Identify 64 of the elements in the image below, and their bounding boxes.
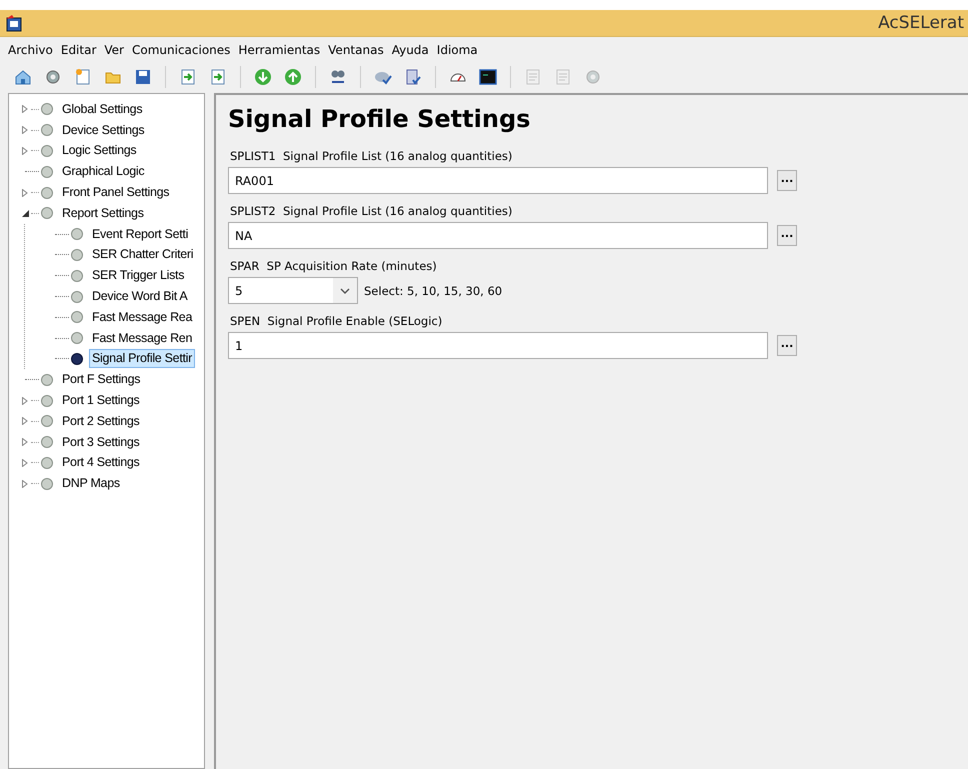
export-icon: [209, 68, 227, 86]
page-heading: Signal Profile Settings: [228, 105, 532, 133]
expand-arrow-icon[interactable]: [22, 438, 28, 446]
expand-arrow-icon[interactable]: [22, 188, 28, 197]
new-icon: [74, 68, 92, 86]
collapse-arrow-icon[interactable]: [22, 210, 28, 217]
up-icon: [284, 68, 302, 86]
tree-item[interactable]: SER Chatter Criteri: [89, 245, 196, 264]
chevron-down-icon: [340, 288, 350, 294]
import-icon: [179, 68, 197, 86]
tree-item[interactable]: Device Word Bit A: [89, 287, 190, 306]
edit-icon: [524, 68, 542, 86]
check-icon: [404, 68, 422, 86]
expand-arrow-icon[interactable]: [22, 396, 28, 405]
setting-input-field[interactable]: RA001: [228, 167, 768, 194]
tree-item[interactable]: Front Panel Settings: [59, 183, 172, 202]
options-hint: Select: 5, 10, 15, 30, 60: [364, 284, 502, 298]
down-icon: [254, 68, 272, 86]
setting-input-field[interactable]: NA: [228, 222, 768, 249]
browse-button[interactable]: ...: [777, 170, 797, 191]
tree-item[interactable]: Port 1 Settings: [59, 391, 142, 410]
tree-item[interactable]: Port 4 Settings: [59, 453, 142, 472]
tree-item[interactable]: Signal Profile Settir: [89, 349, 195, 368]
terminal-icon: [479, 68, 497, 86]
expand-arrow-icon[interactable]: [22, 458, 28, 467]
menu-item[interactable]: Ayuda: [388, 41, 433, 59]
expand-arrow-icon[interactable]: [22, 480, 28, 488]
setting-label: SPAR SP Acquisition Rate (minutes): [230, 259, 438, 273]
window-title: AcSELerat: [878, 13, 964, 33]
tree-item[interactable]: Port 3 Settings: [59, 432, 142, 452]
tree-item[interactable]: Fast Message Ren: [89, 328, 196, 348]
setting-label: SPEN Signal Profile Enable (SELogic): [230, 314, 444, 328]
tree-item[interactable]: Report Settings: [59, 204, 147, 223]
tree-item[interactable]: Port F Settings: [59, 370, 144, 390]
setting-label: SPLIST1 Signal Profile List (16 analog quantities): [230, 149, 514, 163]
browse-button[interactable]: ...: [777, 225, 797, 246]
expand-arrow-icon[interactable]: [22, 417, 28, 426]
tree-item[interactable]: Global Settings: [59, 100, 146, 119]
expand-arrow-icon[interactable]: [22, 105, 28, 114]
browse-button[interactable]: ...: [777, 335, 797, 356]
expand-arrow-icon[interactable]: [22, 146, 28, 155]
tree-item[interactable]: Graphical Logic: [59, 162, 148, 182]
menu-item[interactable]: Ventanas: [324, 41, 388, 59]
tree-item[interactable]: Device Settings: [59, 120, 148, 140]
setting-label: SPLIST2 Signal Profile List (16 analog quantities): [230, 204, 514, 218]
tree-item[interactable]: DNP Maps: [59, 474, 123, 494]
menu-item[interactable]: Editar: [56, 41, 100, 59]
tree-item[interactable]: SER Trigger Lists: [89, 266, 188, 286]
menu-item[interactable]: Idioma: [432, 41, 482, 59]
menu-item[interactable]: Ver: [100, 41, 128, 59]
tree-item[interactable]: Logic Settings: [59, 141, 140, 160]
menu-item[interactable]: Comunicaciones: [128, 41, 234, 59]
expand-arrow-icon[interactable]: [22, 126, 28, 134]
tree-item[interactable]: Event Report Setti: [89, 224, 192, 244]
save-icon: [134, 68, 152, 86]
menu-item[interactable]: Archivo: [4, 41, 57, 59]
home-icon: [14, 68, 32, 86]
app-logo-icon: [6, 14, 22, 32]
setting-input-field[interactable]: 1: [228, 332, 768, 359]
rate-dropdown[interactable]: 5: [228, 277, 358, 304]
doc-icon: [554, 68, 572, 86]
menu-item[interactable]: Herramientas: [234, 41, 324, 59]
tree-item[interactable]: Fast Message Rea: [89, 308, 196, 327]
tree-item[interactable]: Port 2 Settings: [59, 412, 142, 431]
